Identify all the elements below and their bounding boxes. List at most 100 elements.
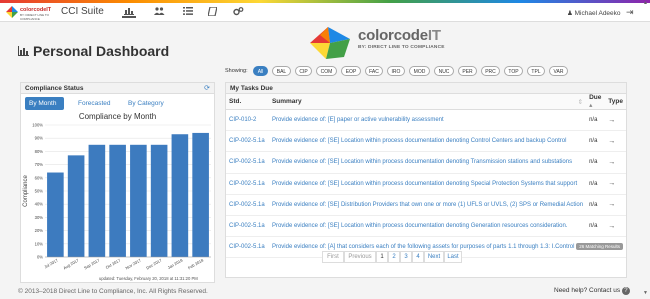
scroll-up-arrow[interactable]: ▲ bbox=[643, 0, 648, 6]
app-title[interactable]: CCI Suite bbox=[61, 6, 104, 17]
x-tick-label: Aug 2017 bbox=[62, 257, 80, 270]
tab-by-category[interactable]: By Category bbox=[124, 97, 179, 110]
footer-help[interactable]: Need help? Contact us ? bbox=[554, 287, 630, 295]
task-std-link[interactable]: CIP-002-5.1a bbox=[226, 151, 269, 174]
y-tick-label: 80% bbox=[35, 149, 44, 154]
task-summary-link[interactable]: Provide evidence of: [SE] Location withi… bbox=[268, 130, 587, 153]
brand-mark-icon bbox=[310, 27, 350, 59]
page-3[interactable]: 3 bbox=[400, 251, 412, 263]
question-icon[interactable]: ? bbox=[621, 287, 630, 295]
logo-mark-icon bbox=[6, 6, 18, 18]
chart-title: Compliance by Month bbox=[78, 112, 157, 121]
refresh-icon[interactable]: ⟳ bbox=[204, 84, 210, 92]
tab-forecasted[interactable]: Forecasted bbox=[74, 97, 119, 110]
x-tick-label: Oct 2017 bbox=[105, 257, 122, 270]
filter-pill-cip[interactable]: CIP bbox=[295, 66, 312, 76]
users-icon[interactable] bbox=[152, 7, 166, 18]
page-first[interactable]: First bbox=[322, 251, 344, 263]
filter-pill-com[interactable]: COM bbox=[316, 66, 337, 76]
task-std-link[interactable]: CIP-002-5.1a bbox=[226, 194, 269, 216]
tab-by-month[interactable]: By Month bbox=[25, 97, 64, 110]
task-std-link[interactable]: CIP-002-5.1a bbox=[226, 130, 269, 153]
filter-pill-prc[interactable]: PRC bbox=[481, 66, 500, 76]
task-row[interactable]: CIP-002-5.1a Provide evidence of: [SE] Lo… bbox=[226, 130, 626, 153]
y-tick-label: 90% bbox=[35, 136, 44, 141]
task-row[interactable]: CIP-002-5.1a Provide evidence of: [SE] Lo… bbox=[226, 151, 626, 174]
col-type-header[interactable]: Type bbox=[605, 94, 626, 110]
tasks-table: Std. Summary ⇕ Due ▴ Type CIP-010-2 Provid… bbox=[226, 94, 626, 259]
task-type-arrow-icon[interactable]: → bbox=[605, 130, 626, 153]
col-due-header[interactable]: Due ▴ bbox=[586, 94, 606, 110]
col-std-header[interactable]: Std. bbox=[226, 94, 269, 110]
footer-copyright: © 2013–2018 Direct Line to Compliance, I… bbox=[18, 288, 208, 295]
task-summary-link[interactable]: Provide evidence of: [E] paper or active… bbox=[268, 109, 587, 132]
page-4[interactable]: 4 bbox=[412, 251, 424, 263]
task-std-link[interactable]: CIP-002-5.1a bbox=[226, 173, 269, 195]
tasks-table-header-row: Std. Summary ⇕ Due ▴ Type bbox=[226, 94, 626, 110]
task-summary-link[interactable]: Provide evidence of: [SE] Location withi… bbox=[268, 151, 587, 174]
filter-pill-tpl[interactable]: TPL bbox=[527, 66, 545, 76]
x-tick-label: Jul 2017 bbox=[43, 257, 59, 269]
filter-pill-mod[interactable]: MOD bbox=[409, 66, 430, 76]
x-tick-label: Jan 2018 bbox=[167, 257, 184, 270]
task-row[interactable]: CIP-002-5.1a Provide evidence of: [SE] Lo… bbox=[226, 173, 626, 195]
task-type-arrow-icon[interactable]: → bbox=[605, 215, 626, 238]
bar-chart-icon[interactable] bbox=[122, 7, 136, 18]
book-icon[interactable] bbox=[205, 6, 219, 18]
page-next[interactable]: Next bbox=[424, 251, 444, 263]
y-tick-label: 40% bbox=[35, 202, 44, 207]
user-menu[interactable]: ♟ Michael Adeeko bbox=[567, 9, 621, 17]
page-2[interactable]: 2 bbox=[388, 251, 400, 263]
x-tick-label: Dec 2017 bbox=[145, 257, 163, 270]
task-due: n/a bbox=[586, 151, 606, 174]
y-tick-label: 30% bbox=[35, 215, 44, 220]
y-tick-label: 20% bbox=[35, 228, 44, 233]
filter-pill-fac[interactable]: FAC bbox=[365, 66, 383, 76]
task-due: n/a bbox=[586, 194, 606, 216]
compliance-tabs: By Month Forecasted By Category bbox=[25, 97, 210, 111]
task-row[interactable]: CIP-010-2 Provide evidence of: [E] paper … bbox=[226, 109, 626, 132]
gears-icon[interactable] bbox=[231, 7, 245, 18]
filter-pill-iro[interactable]: IRO bbox=[387, 66, 405, 76]
list-icon[interactable] bbox=[181, 7, 195, 18]
updated-timestamp: updated: Tuesday, February 20, 2018 at 1… bbox=[99, 276, 198, 281]
task-summary-link[interactable]: Provide evidence of: [SE] Location withi… bbox=[268, 215, 587, 238]
user-name: Michael Adeeko bbox=[574, 10, 621, 17]
page-1[interactable]: 1 bbox=[376, 251, 388, 263]
x-tick-label: Nov 2017 bbox=[125, 257, 143, 270]
col-summary-header[interactable]: Summary ⇕ bbox=[268, 94, 587, 110]
sign-out-icon[interactable]: ⇥ bbox=[626, 7, 634, 18]
chart-bar bbox=[150, 144, 168, 257]
sort-icon: ⇕ bbox=[577, 98, 584, 106]
filter-pill-bal[interactable]: BAL bbox=[272, 66, 291, 76]
task-summary-link[interactable]: Provide evidence of: [SE] Distribution P… bbox=[268, 194, 587, 216]
task-row[interactable]: CIP-002-5.1a Provide evidence of: [SE] Lo… bbox=[226, 215, 626, 238]
filter-pill-eop[interactable]: EOP bbox=[341, 66, 361, 76]
page-title: Personal Dashboard bbox=[18, 43, 169, 59]
compliance-status-header: Compliance Status ⟳ bbox=[21, 83, 214, 94]
help-link[interactable]: Need help? Contact us bbox=[554, 287, 620, 294]
tasks-header: My Tasks Due bbox=[226, 83, 626, 94]
task-type-arrow-icon[interactable]: → bbox=[605, 151, 626, 174]
page-previous[interactable]: Previous bbox=[344, 251, 376, 263]
mini-logo[interactable]: colorcodeIT BY: DIRECT LINE TO COMPLIANC… bbox=[6, 6, 58, 21]
filter-pill-per[interactable]: PER bbox=[458, 66, 477, 76]
task-type-arrow-icon[interactable]: → bbox=[605, 173, 626, 195]
task-std-link[interactable]: CIP-002-5.1a bbox=[226, 215, 269, 238]
task-std-link[interactable]: CIP-010-2 bbox=[226, 109, 269, 132]
matching-results-badge: 26 Matching Results bbox=[576, 243, 623, 250]
scroll-down-arrow[interactable]: ▼ bbox=[643, 290, 648, 296]
task-type-arrow-icon[interactable]: → bbox=[605, 109, 626, 132]
task-row[interactable]: CIP-002-5.1a Provide evidence of: [SE] Di… bbox=[226, 194, 626, 216]
task-type-arrow-icon[interactable]: → bbox=[605, 194, 626, 216]
filter-pill-nuc[interactable]: NUC bbox=[434, 66, 454, 76]
task-summary-link[interactable]: Provide evidence of: [SE] Location withi… bbox=[268, 173, 587, 195]
filter-pill-all[interactable]: All bbox=[253, 66, 268, 76]
page-last[interactable]: Last bbox=[444, 251, 462, 263]
top-navbar: colorcodeIT BY: DIRECT LINE TO COMPLIANC… bbox=[0, 3, 650, 22]
task-due: n/a bbox=[586, 215, 606, 238]
compliance-bar-chart: 0% 10% 20% 30% 40% 50% 60% 70% 80% 90% 100% Complia… bbox=[23, 123, 211, 270]
filter-pill-top[interactable]: TOP bbox=[504, 66, 523, 76]
task-std-link[interactable]: CIP-002-5.1a bbox=[226, 236, 269, 259]
filter-pill-var[interactable]: VAR bbox=[549, 66, 568, 76]
